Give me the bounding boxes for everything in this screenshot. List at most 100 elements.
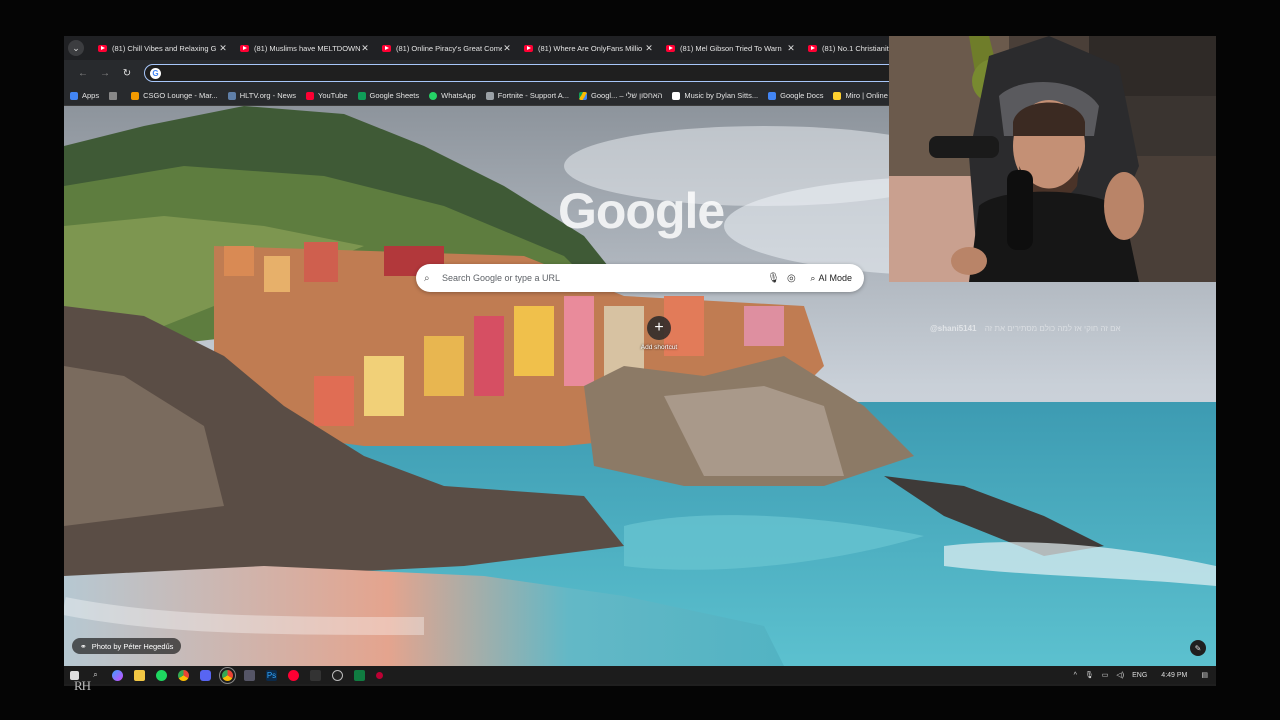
- microphone-icon[interactable]: 🎙: [764, 273, 782, 284]
- search-input[interactable]: [442, 273, 765, 283]
- tab-search-button[interactable]: ⌄: [68, 40, 84, 56]
- grid-icon: [109, 91, 118, 100]
- close-icon[interactable]: ✕: [218, 43, 228, 54]
- bookmark-label: WhatsApp: [441, 91, 476, 100]
- docs-icon: [768, 91, 777, 100]
- tab-1[interactable]: (81) Muslims have MELTDOWN ✕: [234, 37, 376, 59]
- discord-icon[interactable]: [200, 669, 211, 681]
- system-tray: ^ 🎙 ▭ ◁) ENG 4:49 PM ▤: [1066, 666, 1208, 684]
- youtube-icon: [524, 44, 533, 52]
- bookmark-grid[interactable]: [109, 91, 121, 100]
- bookmark-label: CSGO Lounge - Mar...: [143, 91, 218, 100]
- lens-icon[interactable]: ◎: [782, 273, 800, 284]
- spotify-icon[interactable]: [156, 669, 167, 681]
- sheets-icon: [357, 91, 366, 100]
- back-arrow-icon[interactable]: ←: [72, 68, 94, 79]
- language-indicator[interactable]: ENG: [1132, 672, 1147, 679]
- bookmark-csgo-lounge[interactable]: CSGO Lounge - Mar...: [131, 91, 218, 100]
- bookmark-fortnite[interactable]: Fortnite - Support A...: [485, 91, 569, 100]
- music-icon: [672, 91, 681, 100]
- tab-3[interactable]: (81) Where Are OnlyFans Millio ✕: [518, 37, 660, 59]
- bookmark-label: HLTV.org - News: [239, 91, 297, 100]
- tab-title: (81) Where Are OnlyFans Millio: [538, 43, 643, 53]
- webcam-overlay: [889, 36, 1216, 282]
- ai-mode-button[interactable]: ⌕ AI Mode: [806, 273, 856, 284]
- youtube-icon: [240, 44, 249, 52]
- bookmark-label: Apps: [82, 91, 100, 100]
- photo-credit[interactable]: ⚭ Photo by Péter Hegedűs: [72, 638, 182, 654]
- fortnite-icon: [485, 91, 494, 100]
- reload-icon[interactable]: ↻: [116, 68, 138, 79]
- ntp-search-box[interactable]: ⌕ 🎙 ◎ ⌕ AI Mode: [416, 264, 864, 292]
- network-icon[interactable]: ▭: [1102, 671, 1109, 679]
- bookmark-google-docs[interactable]: Google Docs: [768, 91, 823, 100]
- chrome-icon[interactable]: [178, 669, 189, 681]
- copilot-icon[interactable]: [112, 669, 123, 681]
- search-icon[interactable]: ⌕: [90, 670, 101, 681]
- excel-icon[interactable]: [354, 669, 365, 681]
- chat-text: אם זה חוקי אז למה כולם מסתירים את זה: [984, 324, 1121, 333]
- bookmark-apps[interactable]: Apps: [70, 91, 99, 100]
- microphone-icon[interactable]: 🎙: [1085, 671, 1094, 679]
- close-icon[interactable]: ✕: [502, 43, 512, 54]
- address-input[interactable]: [167, 68, 867, 78]
- forward-arrow-icon[interactable]: →: [94, 68, 116, 79]
- tab-title: (81) Mel Gibson Tried To Warn: [680, 43, 782, 53]
- bookmark-label: Music by Dylan Sitts...: [684, 91, 759, 100]
- tab-2[interactable]: (81) Online Piracy's Great Come ✕: [376, 37, 518, 59]
- bookmark-google-drive[interactable]: Googl... – האחסון שלי: [579, 91, 662, 100]
- tab-title: (81) Chill Vibes and Relaxing G: [112, 43, 217, 53]
- app-icon[interactable]: [244, 669, 255, 681]
- google-icon: G: [150, 67, 161, 79]
- customize-button[interactable]: ✎: [1190, 640, 1206, 656]
- chrome-active-icon[interactable]: [219, 666, 236, 684]
- address-bar[interactable]: G: [144, 64, 904, 82]
- bookmark-music[interactable]: Music by Dylan Sitts...: [672, 91, 758, 100]
- bookmark-hltv[interactable]: HLTV.org - News: [227, 91, 297, 100]
- recording-icon[interactable]: [376, 671, 383, 679]
- close-icon[interactable]: ✕: [644, 43, 654, 54]
- bookmark-google-sheets[interactable]: Google Sheets: [357, 91, 419, 100]
- apps-grid-icon: [70, 91, 78, 100]
- chevron-down-icon: ⌄: [72, 42, 80, 53]
- bookmark-whatsapp[interactable]: WhatsApp: [429, 91, 476, 100]
- photoshop-icon[interactable]: Ps: [266, 669, 277, 681]
- miro-icon: [833, 91, 842, 100]
- close-icon[interactable]: ✕: [360, 43, 370, 54]
- ai-search-icon: ⌕: [810, 272, 816, 283]
- chat-handle: @shani5141: [930, 324, 977, 333]
- obs-icon[interactable]: [332, 669, 343, 681]
- whatsapp-icon: [429, 91, 438, 100]
- channel-watermark: RH: [74, 678, 91, 693]
- youtube-icon: [306, 91, 315, 100]
- close-icon[interactable]: ✕: [786, 43, 796, 54]
- tab-4[interactable]: (81) Mel Gibson Tried To Warn ✕: [660, 37, 802, 59]
- csgo-lounge-icon: [131, 91, 140, 100]
- ai-mode-label: AI Mode: [818, 273, 852, 283]
- search-icon: ⌕: [424, 272, 430, 284]
- add-shortcut-tile[interactable]: + Add shortcut: [624, 316, 694, 351]
- youtube-icon: [666, 44, 675, 52]
- file-explorer-icon[interactable]: [134, 669, 145, 681]
- clock[interactable]: 4:49 PM: [1161, 672, 1187, 679]
- notifications-icon[interactable]: ▤: [1201, 671, 1208, 679]
- tab-title: (81) Online Piracy's Great Come: [396, 43, 502, 53]
- link-icon: ⚭: [80, 641, 87, 651]
- tab-title: (81) Muslims have MELTDOWN: [254, 43, 360, 53]
- youtube-icon: [808, 44, 817, 52]
- terminal-icon[interactable]: [310, 669, 321, 681]
- chevron-up-icon[interactable]: ^: [1074, 672, 1077, 679]
- bookmark-youtube[interactable]: YouTube: [306, 91, 348, 100]
- bookmark-label: Googl... – האחסון שלי: [591, 91, 663, 100]
- bookmark-label: YouTube: [318, 91, 348, 100]
- speaker-icon[interactable]: ◁): [1116, 671, 1124, 679]
- plus-icon: +: [647, 316, 671, 340]
- bookmark-label: Google Docs: [780, 91, 824, 100]
- photo-credit-label: Photo by Péter Hegedűs: [91, 641, 174, 651]
- tab-0[interactable]: (81) Chill Vibes and Relaxing G ✕: [92, 37, 234, 59]
- chat-message: @shani5141 אם זה חוקי אז למה כולם מסתירי…: [930, 324, 1121, 333]
- hltv-icon: [227, 91, 236, 100]
- youtube-icon[interactable]: [288, 669, 299, 681]
- stream-frame: ⌄ (81) Chill Vibes and Relaxing G ✕ (81) …: [0, 0, 1280, 720]
- windows-taskbar: ⌕ Ps ^ 🎙 ▭ ◁) ENG 4:49 PM ▤: [64, 666, 1216, 684]
